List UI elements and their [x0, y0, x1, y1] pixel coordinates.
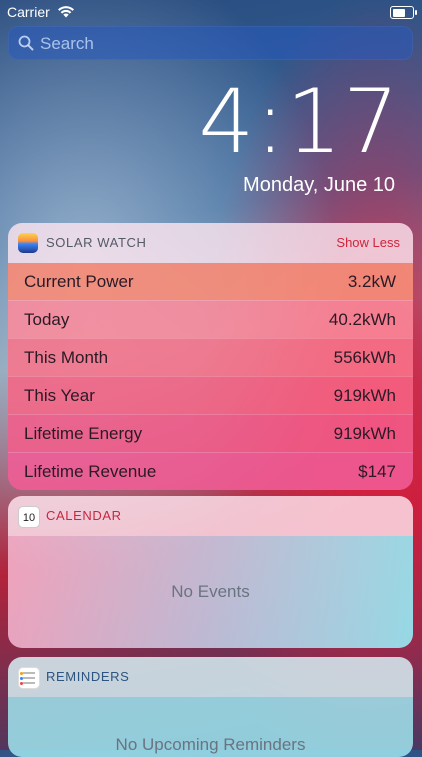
search-icon	[18, 35, 34, 51]
stat-value: $147	[358, 462, 396, 481]
stat-value: 919kWh	[333, 386, 396, 405]
calendar-app-icon: 10	[18, 506, 40, 528]
reminders-widget[interactable]: REMINDERS No Upcoming Reminders	[8, 657, 413, 757]
widget-title: CALENDAR	[46, 508, 122, 523]
no-events-text: No Events	[171, 582, 250, 601]
widget-title: SOLAR WATCH	[46, 235, 147, 250]
stat-value: 3.2kW	[347, 272, 396, 291]
stat-label: Current Power	[24, 272, 134, 291]
battery-icon	[390, 6, 417, 19]
widget-title: REMINDERS	[46, 669, 130, 684]
stat-label: Lifetime Energy	[24, 424, 143, 443]
solar-watch-widget: SOLAR WATCH Show Less Current Power 3.2k…	[8, 223, 413, 490]
wifi-icon	[58, 6, 74, 18]
solar-stats-list: Current Power 3.2kW Today 40.2kWh This M…	[8, 263, 413, 490]
reminders-header: REMINDERS	[8, 657, 413, 697]
reminders-app-icon	[18, 667, 40, 689]
stat-row-lifetime-revenue[interactable]: Lifetime Revenue $147	[8, 452, 413, 490]
stat-label: Today	[24, 310, 70, 329]
search-bar[interactable]	[8, 26, 413, 62]
stat-row-lifetime-energy[interactable]: Lifetime Energy 919kWh	[8, 414, 413, 452]
stat-value: 40.2kWh	[328, 310, 396, 329]
calendar-header: 10 CALENDAR	[8, 496, 413, 536]
reminders-body: No Upcoming Reminders	[8, 697, 413, 757]
stat-value: 919kWh	[333, 424, 396, 443]
calendar-body: No Events	[8, 536, 413, 648]
stat-row-this-month[interactable]: This Month 556kWh	[8, 338, 413, 376]
lockscreen-date: Monday, June 10	[243, 174, 395, 196]
no-reminders-text: No Upcoming Reminders	[115, 735, 306, 754]
stat-value: 556kWh	[333, 348, 396, 367]
carrier-label: Carrier	[7, 4, 50, 20]
stat-row-today[interactable]: Today 40.2kWh	[8, 300, 413, 338]
stat-row-this-year[interactable]: This Year 919kWh	[8, 376, 413, 414]
solar-watch-header: SOLAR WATCH Show Less	[8, 223, 413, 263]
stat-row-current-power[interactable]: Current Power 3.2kW	[8, 263, 413, 300]
search-input[interactable]	[38, 26, 402, 62]
status-bar: Carrier	[0, 0, 422, 24]
stat-label: This Year	[24, 386, 95, 405]
stat-label: Lifetime Revenue	[24, 462, 157, 481]
show-less-button[interactable]: Show Less	[336, 223, 400, 263]
stat-label: This Month	[24, 348, 109, 367]
calendar-widget[interactable]: 10 CALENDAR No Events	[8, 496, 413, 648]
solar-watch-app-icon	[18, 233, 38, 253]
lockscreen-time: 4:17	[198, 70, 400, 173]
